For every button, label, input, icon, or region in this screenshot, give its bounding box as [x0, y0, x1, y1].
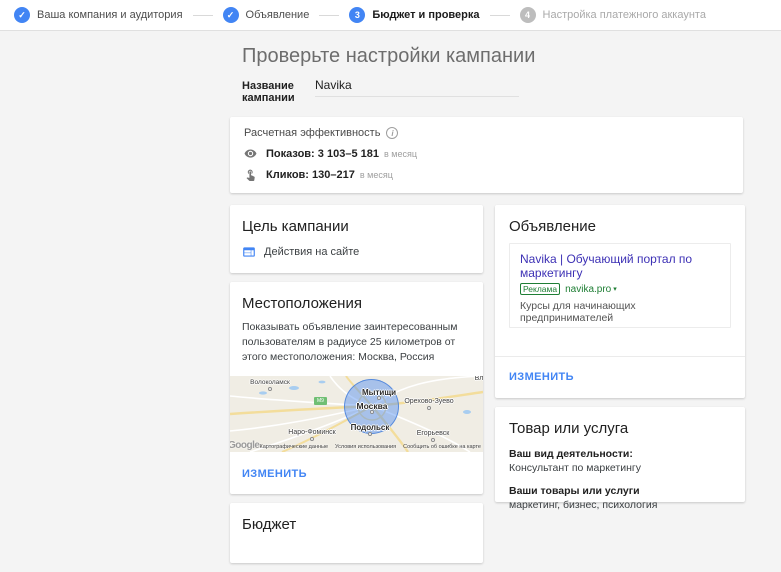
- page-title: Проверьте настройки кампании: [242, 45, 746, 68]
- stepper-step-budget[interactable]: 3 Бюджет и проверка: [349, 7, 479, 23]
- budget-card: Бюджет: [230, 503, 483, 563]
- activity-label: Ваш вид деятельности:: [509, 448, 731, 460]
- map-attrib-terms[interactable]: Условия использования: [335, 444, 396, 450]
- clicks-value: 130–217: [312, 169, 355, 181]
- road-badge: М9: [314, 397, 327, 405]
- map-label-volokolamsk: Волоколамск: [250, 379, 290, 386]
- step-connector: [319, 15, 339, 16]
- step-label: Настройка платежного аккаунта: [543, 9, 706, 21]
- products-label: Ваши товары или услуги: [509, 485, 731, 497]
- map-label-naro-fominsk: Наро-Фоминск: [288, 429, 335, 436]
- goal-card: Цель кампании Действия на сайте: [230, 205, 483, 273]
- clicks-row: Кликов: 130–217 в месяц: [244, 168, 729, 181]
- locations-description: Показывать объявление заинтересованным п…: [230, 312, 483, 376]
- eye-icon: [244, 147, 257, 160]
- ad-meta-row: Реклама navika.pro ▾: [520, 283, 720, 295]
- map-attrib-data: Картографические данные: [260, 444, 329, 450]
- map-label-vladimir-partial: Вл: [475, 376, 483, 382]
- step-label: Ваша компания и аудитория: [37, 9, 183, 21]
- locations-card-title: Местоположения: [230, 295, 483, 312]
- estimate-title-row: Расчетная эффективность i: [244, 127, 729, 139]
- goal-value: Действия на сайте: [264, 246, 359, 258]
- check-icon: ✓: [223, 7, 239, 23]
- chevron-down-icon[interactable]: ▾: [613, 285, 617, 293]
- stepper-step-company[interactable]: ✓ Ваша компания и аудитория: [14, 7, 183, 23]
- step-connector: [193, 15, 213, 16]
- map-label-yegoryevsk: Егорьевск: [417, 430, 450, 437]
- budget-card-title: Бюджет: [242, 516, 471, 533]
- website-icon: [242, 245, 256, 259]
- ad-preview: Navika | Обучающий портал по маркетингу …: [509, 243, 731, 328]
- campaign-name-input[interactable]: Navika: [315, 78, 519, 97]
- stepper-step-payment: 4 Настройка платежного аккаунта: [520, 7, 706, 23]
- impressions-value: 3 103–5 181: [318, 148, 379, 160]
- step-number-icon: 4: [520, 7, 536, 23]
- tap-icon: [244, 168, 257, 181]
- campaign-name-label: Название кампании: [242, 80, 315, 104]
- edit-locations-link[interactable]: ИЗМЕНИТЬ: [242, 468, 307, 480]
- step-number-icon: 3: [349, 7, 365, 23]
- step-label: Бюджет и проверка: [372, 9, 479, 21]
- activity-value: Консультант по маркетингу: [509, 462, 731, 474]
- ad-badge: Реклама: [520, 283, 560, 295]
- ad-display-url: navika.pro: [565, 284, 611, 295]
- impressions-row: Показов: 3 103–5 181 в месяц: [244, 147, 729, 160]
- map-label-moscow: Москва: [357, 401, 388, 411]
- main-content: Проверьте настройки кампании Название ка…: [230, 31, 746, 572]
- city-marker: [268, 387, 272, 391]
- edit-ad-link[interactable]: ИЗМЕНИТЬ: [509, 371, 574, 383]
- products-value: маркетинг, бизнес, психология: [509, 499, 731, 511]
- goal-row: Действия на сайте: [242, 245, 471, 259]
- clicks-suffix: в месяц: [360, 170, 393, 180]
- map-attribution: Картографические данные Условия использо…: [260, 444, 482, 450]
- product-card-title: Товар или услуга: [509, 420, 731, 437]
- map-label-orekhovo: Орехово-Зуево: [404, 398, 453, 405]
- estimate-title: Расчетная эффективность: [244, 127, 380, 139]
- city-marker: [431, 438, 435, 442]
- google-logo: Google: [230, 440, 259, 451]
- location-map[interactable]: М9 Волоколамск Мытищи Москва Орехово-Зуе…: [230, 376, 483, 452]
- map-label-mytishchi: Мытищи: [362, 388, 396, 397]
- impressions-suffix: в месяц: [384, 149, 417, 159]
- clicks-label: Кликов:: [266, 169, 309, 181]
- ad-card-title: Объявление: [495, 218, 745, 235]
- locations-card: Местоположения Показывать объявление заи…: [230, 282, 483, 494]
- check-icon: ✓: [14, 7, 30, 23]
- info-icon[interactable]: i: [386, 127, 398, 139]
- stepper-step-ad[interactable]: ✓ Объявление: [223, 7, 310, 23]
- estimate-card: Расчетная эффективность i Показов: 3 103…: [230, 117, 743, 193]
- stepper-header: ✓ Ваша компания и аудитория ✓ Объявление…: [0, 0, 781, 31]
- city-marker: [427, 406, 431, 410]
- ad-description: Курсы для начинающих предпринимателей: [520, 300, 720, 324]
- impressions-label: Показов:: [266, 148, 315, 160]
- goal-card-title: Цель кампании: [242, 218, 471, 235]
- step-label: Объявление: [246, 9, 310, 21]
- map-attrib-report[interactable]: Сообщить об ошибке на карте: [403, 444, 481, 450]
- product-card: Товар или услуга Ваш вид деятельности: К…: [495, 407, 745, 502]
- ad-headline-link[interactable]: Navika | Обучающий портал по маркетингу: [520, 252, 720, 280]
- city-marker: [368, 432, 372, 436]
- ad-card: Объявление Navika | Обучающий портал по …: [495, 205, 745, 398]
- campaign-name-row: Название кампании Navika: [242, 78, 746, 104]
- map-label-podolsk: Подольск: [351, 423, 390, 432]
- step-connector: [490, 15, 510, 16]
